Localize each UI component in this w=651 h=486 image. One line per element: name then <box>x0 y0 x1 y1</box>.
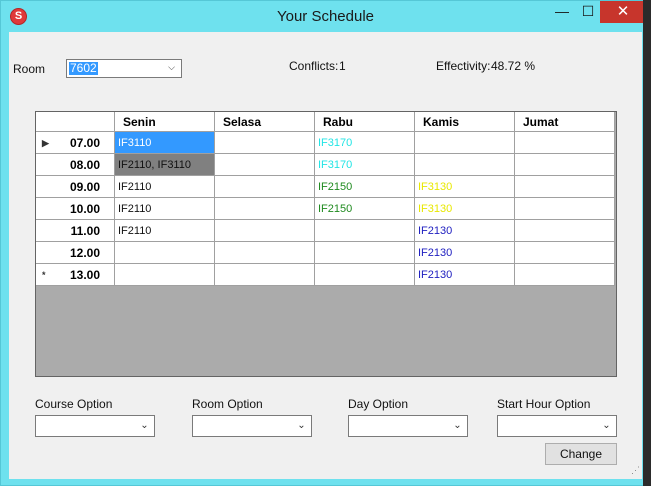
schedule-cell[interactable]: IF2110, IF3110 <box>115 154 215 176</box>
conflicts-label: Conflicts: <box>289 59 339 73</box>
schedule-cell[interactable]: IF2110 <box>115 198 215 220</box>
schedule-cell[interactable]: IF3110 <box>115 132 215 154</box>
schedule-cell[interactable] <box>215 242 315 264</box>
row-time-label: 08.00 <box>69 158 100 172</box>
schedule-cell[interactable] <box>215 154 315 176</box>
column-header-jumat[interactable]: Jumat <box>515 112 615 132</box>
room-option-label: Room Option <box>192 397 263 411</box>
day-option-select[interactable]: ⌄ <box>348 415 468 437</box>
column-header-senin[interactable]: Senin <box>115 112 215 132</box>
change-button[interactable]: Change <box>545 443 617 465</box>
schedule-cell[interactable] <box>315 242 415 264</box>
schedule-cell[interactable] <box>515 176 615 198</box>
title-bar[interactable]: S Your Schedule — ☐ ✕ <box>1 1 650 32</box>
row-header[interactable]: 08.00 <box>36 154 115 176</box>
schedule-cell[interactable] <box>515 264 615 286</box>
current-row-marker-icon: ▶ <box>42 138 49 148</box>
schedule-cell[interactable] <box>115 264 215 286</box>
client-area: Room 7602 ⌵ Conflicts: 1 Effectivity: 48… <box>9 32 642 479</box>
start-hour-option-label: Start Hour Option <box>497 397 591 411</box>
schedule-cell[interactable] <box>415 132 515 154</box>
schedule-cell[interactable]: IF3170 <box>315 154 415 176</box>
chevron-down-icon[interactable]: ⌵ <box>166 62 177 73</box>
schedule-cell[interactable]: IF2110 <box>115 220 215 242</box>
maximize-button[interactable]: ☐ <box>575 1 601 23</box>
room-label: Room <box>13 62 46 76</box>
desktop-background <box>643 0 651 486</box>
resize-grip-icon[interactable]: ⋰ <box>631 465 640 476</box>
close-button[interactable]: ✕ <box>600 1 646 23</box>
chevron-down-icon[interactable]: ⌄ <box>601 420 612 431</box>
row-time-label: 09.00 <box>69 180 100 194</box>
schedule-cell[interactable] <box>215 198 315 220</box>
row-time-label: 13.00 <box>69 268 100 282</box>
schedule-cell[interactable] <box>215 176 315 198</box>
schedule-cell[interactable] <box>515 132 615 154</box>
schedule-cell[interactable] <box>215 264 315 286</box>
row-header[interactable]: 10.00 <box>36 198 115 220</box>
room-select-value: 7602 <box>69 61 98 75</box>
row-header[interactable]: 13.00 * <box>36 264 115 286</box>
room-select[interactable]: 7602 ⌵ <box>66 59 182 78</box>
row-header[interactable]: 07.00 ▶ <box>36 132 115 154</box>
schedule-cell[interactable]: IF3130 <box>415 198 515 220</box>
new-row-marker-icon: * <box>42 270 46 280</box>
schedule-cell[interactable] <box>115 242 215 264</box>
conflicts-value: 1 <box>339 59 346 73</box>
day-option-label: Day Option <box>348 397 409 411</box>
schedule-cell[interactable]: IF2150 <box>315 198 415 220</box>
chevron-down-icon[interactable]: ⌄ <box>296 420 307 431</box>
course-option-select[interactable]: ⌄ <box>35 415 155 437</box>
schedule-cell[interactable]: IF2130 <box>415 242 515 264</box>
row-time-label: 12.00 <box>69 246 100 260</box>
schedule-cell[interactable]: IF2150 <box>315 176 415 198</box>
row-time-label: 07.00 <box>69 136 100 150</box>
schedule-cell[interactable]: IF2110 <box>115 176 215 198</box>
effectivity-value: 48.72 % <box>491 59 536 73</box>
schedule-grid[interactable]: Senin Selasa Rabu Kamis Jumat 07.00 ▶ IF3110 IF3… <box>35 111 617 377</box>
schedule-cell[interactable] <box>215 220 315 242</box>
row-time-label: 11.00 <box>70 224 100 238</box>
chevron-down-icon[interactable]: ⌄ <box>139 420 150 431</box>
schedule-cell[interactable] <box>315 220 415 242</box>
schedule-cell[interactable] <box>415 154 515 176</box>
row-header[interactable]: 12.00 <box>36 242 115 264</box>
grid-corner-header[interactable] <box>36 112 115 132</box>
schedule-cell[interactable]: IF2130 <box>415 220 515 242</box>
course-option-label: Course Option <box>35 397 113 411</box>
room-option-select[interactable]: ⌄ <box>192 415 312 437</box>
schedule-cell[interactable] <box>515 154 615 176</box>
effectivity-label: Effectivity: <box>436 59 491 73</box>
row-header[interactable]: 09.00 <box>36 176 115 198</box>
column-header-kamis[interactable]: Kamis <box>415 112 515 132</box>
chevron-down-icon[interactable]: ⌄ <box>452 420 463 431</box>
row-time-label: 10.00 <box>69 202 100 216</box>
column-header-selasa[interactable]: Selasa <box>215 112 315 132</box>
column-header-rabu[interactable]: Rabu <box>315 112 415 132</box>
schedule-cell[interactable]: IF3170 <box>315 132 415 154</box>
schedule-cell[interactable]: IF3130 <box>415 176 515 198</box>
row-header[interactable]: 11.00 <box>36 220 115 242</box>
schedule-cell[interactable]: IF2130 <box>415 264 515 286</box>
start-hour-option-select[interactable]: ⌄ <box>497 415 617 437</box>
schedule-cell[interactable] <box>515 198 615 220</box>
schedule-cell[interactable] <box>215 132 315 154</box>
schedule-window: S Your Schedule — ☐ ✕ Room 7602 ⌵ Confli… <box>0 0 651 486</box>
minimize-button[interactable]: — <box>549 1 575 23</box>
schedule-cell[interactable] <box>515 220 615 242</box>
schedule-cell[interactable] <box>315 264 415 286</box>
schedule-cell[interactable] <box>515 242 615 264</box>
